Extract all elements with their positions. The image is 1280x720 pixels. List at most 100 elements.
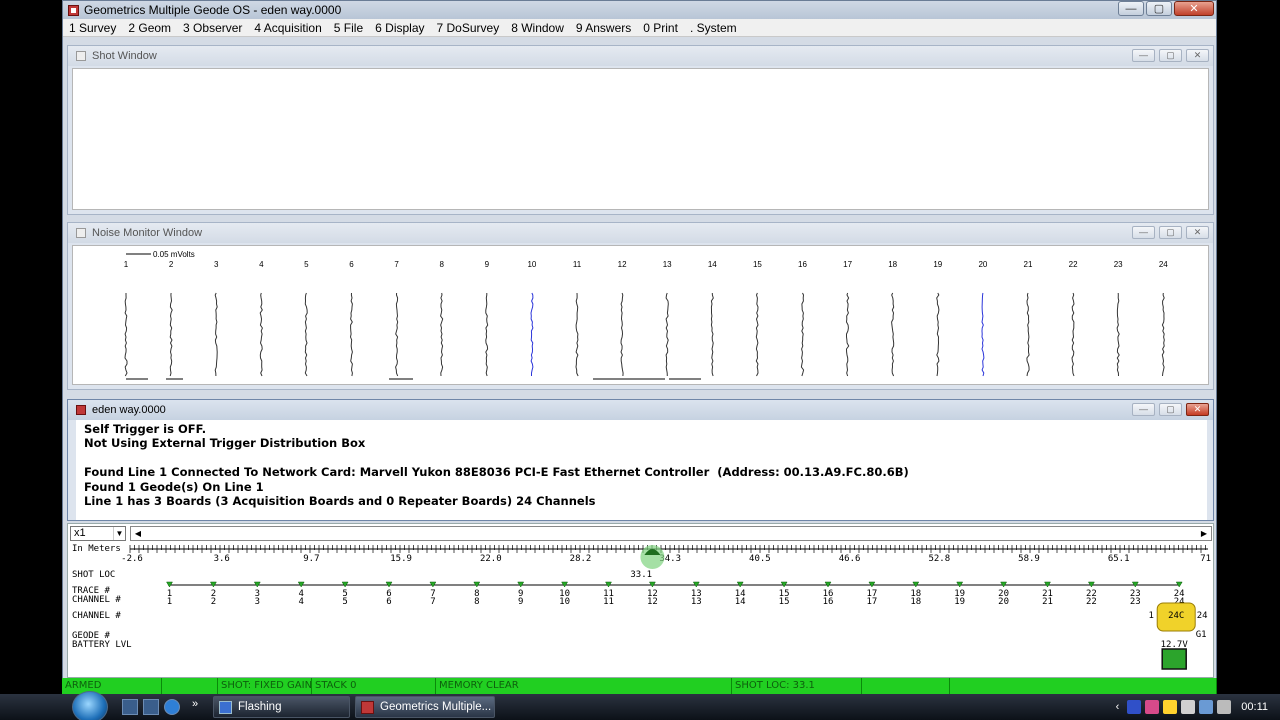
horizontal-scrollbar[interactable]: ◀ ▶ bbox=[130, 526, 1212, 541]
channel-number: 10 bbox=[527, 260, 536, 269]
noise-trace bbox=[665, 292, 669, 377]
maximize-button[interactable]: ▢ bbox=[1159, 403, 1182, 416]
tray-expand-icon[interactable]: ‹ bbox=[1116, 701, 1120, 713]
network-icon[interactable] bbox=[1127, 700, 1142, 714]
channel-number: 12 bbox=[647, 597, 658, 607]
minimize-button[interactable]: — bbox=[1118, 1, 1144, 16]
menu-display[interactable]: 6 Display bbox=[375, 21, 424, 35]
ruler-label: 15.9 bbox=[390, 554, 412, 564]
channel-number: 12 bbox=[618, 260, 627, 269]
status-cell bbox=[162, 678, 218, 694]
channel-number: 19 bbox=[954, 597, 965, 607]
maximize-button[interactable]: ▢ bbox=[1159, 226, 1182, 239]
status-cell bbox=[862, 678, 950, 694]
task-flashing[interactable]: Flashing bbox=[213, 696, 350, 718]
start-button[interactable] bbox=[72, 691, 108, 720]
menu-geom[interactable]: 2 Geom bbox=[128, 21, 171, 35]
noise-trace bbox=[981, 292, 985, 377]
menu-dosurvey[interactable]: 7 DoSurvey bbox=[437, 21, 500, 35]
channel-number: 15 bbox=[753, 260, 762, 269]
geode-label: 24C bbox=[1168, 611, 1184, 621]
app-icon[interactable] bbox=[68, 4, 79, 16]
switch-windows-icon[interactable] bbox=[143, 699, 159, 715]
network-status-icon[interactable] bbox=[1199, 700, 1214, 714]
noise-trace bbox=[530, 292, 534, 376]
task-label: Geometrics Multiple... bbox=[380, 701, 492, 713]
noise-window-controls: — ▢ ✕ bbox=[1128, 226, 1209, 239]
menu-acquisition[interactable]: 4 Acquisition bbox=[254, 21, 321, 35]
menu-observer[interactable]: 3 Observer bbox=[183, 21, 242, 35]
browser-icon[interactable] bbox=[164, 699, 180, 715]
channel-number: 2 bbox=[211, 597, 216, 607]
scroll-right-icon[interactable]: ▶ bbox=[1197, 527, 1211, 540]
ruler-label: 40.5 bbox=[749, 554, 771, 564]
channel-number: 14 bbox=[708, 260, 717, 269]
security-icon[interactable] bbox=[1163, 700, 1178, 714]
channel-number: 22 bbox=[1069, 260, 1078, 269]
noise-trace bbox=[755, 292, 759, 377]
maximize-button[interactable]: ▢ bbox=[1159, 49, 1182, 62]
noise-trace bbox=[891, 292, 895, 377]
log-window-titlebar: eden way.0000 — ▢ ✕ bbox=[68, 400, 1213, 420]
minimize-button[interactable]: — bbox=[1132, 226, 1155, 239]
log-line: Found Line 1 Connected To Network Card: … bbox=[84, 465, 909, 480]
battery-icon bbox=[1161, 648, 1187, 670]
noise-trace bbox=[395, 292, 399, 377]
menu-survey[interactable]: 1 Survey bbox=[69, 21, 116, 35]
log-line: Not Using External Trigger Distribution … bbox=[84, 436, 366, 451]
minimize-button[interactable]: — bbox=[1132, 49, 1155, 62]
noise-trace bbox=[845, 292, 850, 377]
zoom-select[interactable]: x1 ▼ bbox=[70, 526, 126, 541]
channel-number: 11 bbox=[603, 597, 614, 607]
menu-answers[interactable]: 9 Answers bbox=[576, 21, 631, 35]
window-title: Geometrics Multiple Geode OS - eden way.… bbox=[84, 3, 342, 17]
scroll-left-icon[interactable]: ◀ bbox=[131, 527, 145, 540]
maximize-button[interactable]: ▢ bbox=[1146, 1, 1172, 16]
ruler-label: 22.0 bbox=[480, 554, 502, 564]
noise-trace bbox=[620, 292, 624, 377]
log-window: eden way.0000 — ▢ ✕ Self Trigger is OFF.… bbox=[67, 399, 1214, 521]
menu-print[interactable]: 0 Print bbox=[643, 21, 678, 35]
status-bar: ARMED SHOT: FIXED GAIN STACK 0 MEMORY CL… bbox=[62, 678, 1217, 694]
task-geometrics[interactable]: Geometrics Multiple... bbox=[355, 696, 495, 718]
channel-number: 14 bbox=[735, 597, 746, 607]
noise-trace bbox=[936, 292, 940, 377]
channel-number: 15 bbox=[779, 597, 790, 607]
channel-number: 7 bbox=[394, 260, 399, 269]
clock[interactable]: 00:11 bbox=[1241, 701, 1268, 713]
close-button[interactable]: ✕ bbox=[1186, 49, 1209, 62]
taskbar: » Flashing Geometrics Multiple... ‹ 00:1… bbox=[0, 691, 1280, 720]
channel-number: 21 bbox=[1042, 597, 1053, 607]
close-button[interactable]: ✕ bbox=[1186, 226, 1209, 239]
geode-first-channel: 1 bbox=[1148, 611, 1153, 621]
app-tray-icon[interactable] bbox=[1145, 700, 1160, 714]
device-icon[interactable] bbox=[1181, 700, 1196, 714]
channel-number: 16 bbox=[823, 597, 834, 607]
close-button[interactable]: ✕ bbox=[1186, 403, 1209, 416]
channel-number: 23 bbox=[1114, 260, 1123, 269]
noise-trace bbox=[169, 292, 173, 377]
noise-traces: 0.05 mVolts1 2 3 4 5 6 7 8 9 10 11 12 13 14 15 16 17 18 19… bbox=[124, 250, 1168, 380]
close-button[interactable]: ✕ bbox=[1174, 1, 1214, 16]
shot-marker-icon[interactable] bbox=[640, 545, 665, 569]
title-bar: Geometrics Multiple Geode OS - eden way.… bbox=[63, 1, 1216, 19]
ruler-label: 9.7 bbox=[303, 554, 319, 564]
menu-system[interactable]: . System bbox=[690, 21, 737, 35]
survey-panel: x1 ▼ ◀ ▶ In Meters SHOT LOC TRACE # CHAN… bbox=[67, 523, 1214, 678]
log-line: Found 1 Geode(s) On Line 1 bbox=[84, 479, 264, 494]
app-window: Geometrics Multiple Geode OS - eden way.… bbox=[62, 0, 1217, 694]
quicklaunch-chevron-icon[interactable]: » bbox=[192, 698, 198, 710]
show-desktop-icon[interactable] bbox=[122, 699, 138, 715]
menu-window[interactable]: 8 Window bbox=[511, 21, 564, 35]
channel-number: 3 bbox=[255, 597, 260, 607]
channel-number: 8 bbox=[439, 260, 444, 269]
volume-icon[interactable] bbox=[1217, 700, 1232, 714]
chevron-down-icon[interactable]: ▼ bbox=[113, 527, 125, 540]
channel-number: 9 bbox=[485, 260, 490, 269]
channel-number: 8 bbox=[474, 597, 479, 607]
shot-window-title: Shot Window bbox=[92, 50, 157, 62]
minimize-button[interactable]: — bbox=[1132, 403, 1155, 416]
menu-file[interactable]: 5 File bbox=[334, 21, 363, 35]
shot-loc-value: 33.1 bbox=[630, 570, 652, 580]
